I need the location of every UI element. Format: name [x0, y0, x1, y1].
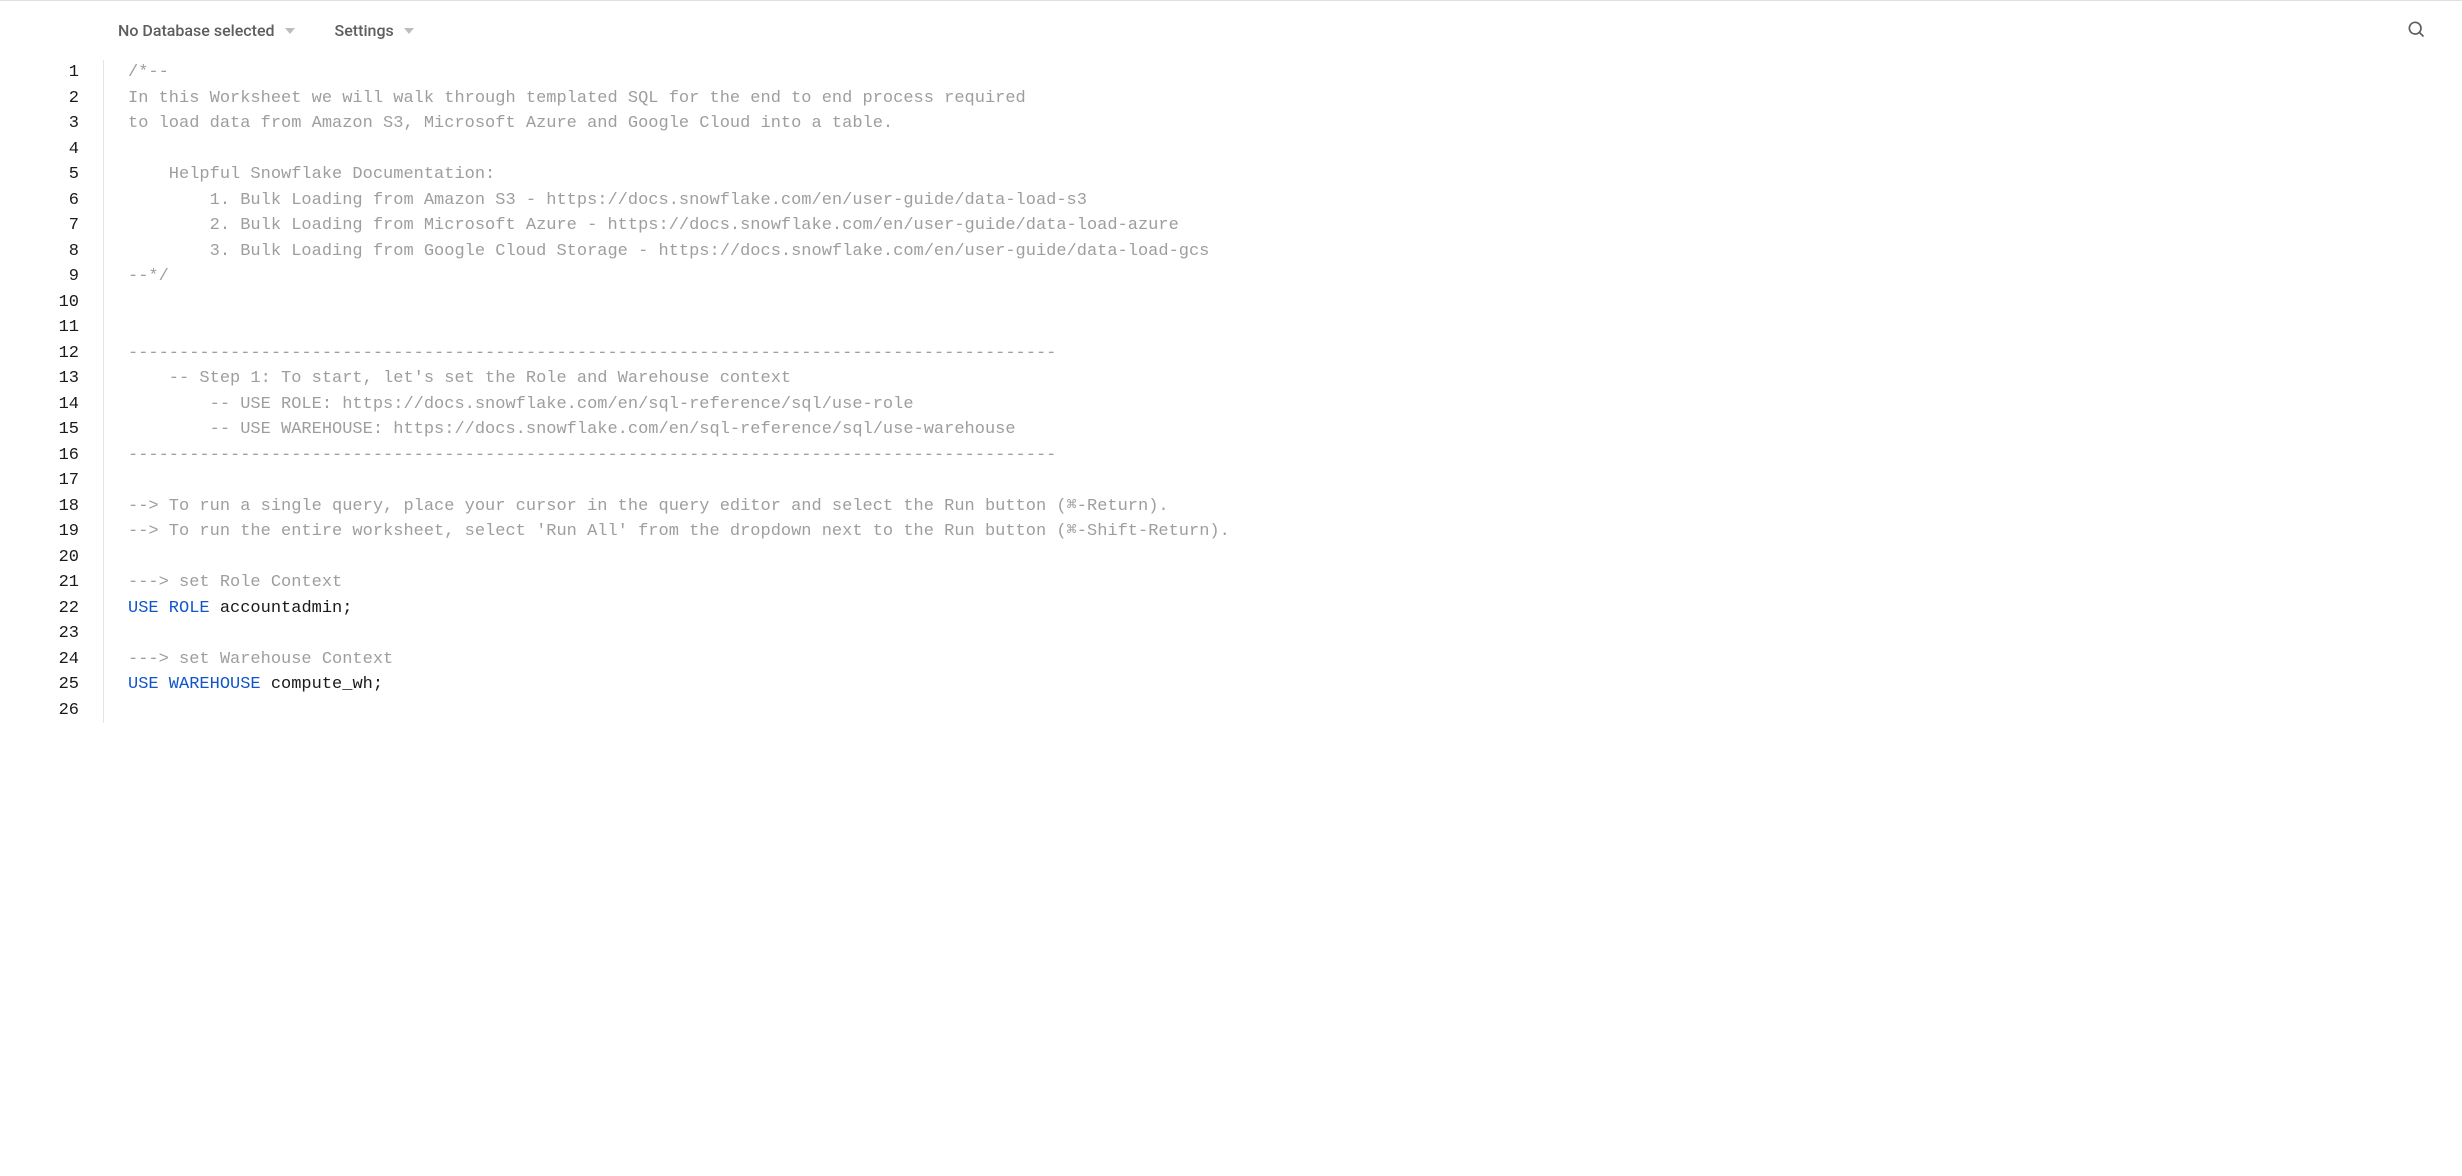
code-content[interactable]: /*-- In this Worksheet we will walk throu…: [104, 60, 1230, 723]
code-line[interactable]: -- USE ROLE: https://docs.snowflake.com/…: [128, 392, 1230, 418]
code-line[interactable]: -- USE WAREHOUSE: https://docs.snowflake…: [128, 417, 1230, 443]
code-line[interactable]: In this Worksheet we will walk through t…: [128, 86, 1230, 112]
line-number: 12: [0, 341, 79, 367]
database-selector-label: No Database selected: [118, 21, 275, 40]
code-line[interactable]: USE ROLE accountadmin;: [128, 596, 1230, 622]
comment-token: 1. Bulk Loading from Amazon S3 - https:/…: [128, 191, 1087, 210]
line-number: 17: [0, 468, 79, 494]
code-line[interactable]: /*--: [128, 60, 1230, 86]
settings-dropdown[interactable]: Settings: [335, 21, 414, 40]
line-number: 11: [0, 315, 79, 341]
code-editor[interactable]: 1234567891011121314151617181920212223242…: [0, 60, 2462, 723]
code-line[interactable]: [128, 468, 1230, 494]
code-line[interactable]: ----------------------------------------…: [128, 443, 1230, 469]
code-line[interactable]: --> To run a single query, place your cu…: [128, 494, 1230, 520]
line-number: 25: [0, 672, 79, 698]
line-number: 6: [0, 188, 79, 214]
code-line[interactable]: [128, 545, 1230, 571]
editor-toolbar: No Database selected Settings: [0, 1, 2462, 60]
comment-token: ----------------------------------------…: [128, 344, 1056, 363]
code-line[interactable]: --> To run the entire worksheet, select …: [128, 519, 1230, 545]
code-line[interactable]: USE WAREHOUSE compute_wh;: [128, 672, 1230, 698]
line-number-gutter: 1234567891011121314151617181920212223242…: [0, 60, 104, 723]
search-icon: [2406, 19, 2426, 39]
comment-token: ----------------------------------------…: [128, 446, 1056, 465]
code-line[interactable]: Helpful Snowflake Documentation:: [128, 162, 1230, 188]
code-line[interactable]: 3. Bulk Loading from Google Cloud Storag…: [128, 239, 1230, 265]
comment-token: In this Worksheet we will walk through t…: [128, 89, 1026, 108]
line-number: 8: [0, 239, 79, 265]
caret-down-icon: [285, 28, 295, 34]
line-number: 14: [0, 392, 79, 418]
line-number: 24: [0, 647, 79, 673]
line-number: 10: [0, 290, 79, 316]
caret-down-icon: [404, 28, 414, 34]
line-number: 9: [0, 264, 79, 290]
line-number: 15: [0, 417, 79, 443]
code-line[interactable]: --*/: [128, 264, 1230, 290]
text-token: compute_wh;: [261, 675, 383, 694]
comment-token: ---> set Warehouse Context: [128, 650, 393, 669]
code-line[interactable]: [128, 137, 1230, 163]
comment-token: --> To run the entire worksheet, select …: [128, 522, 1230, 541]
line-number: 3: [0, 111, 79, 137]
comment-token: /*--: [128, 63, 169, 82]
line-number: 5: [0, 162, 79, 188]
comment-token: -- USE ROLE: https://docs.snowflake.com/…: [128, 395, 914, 414]
comment-token: -- Step 1: To start, let's set the Role …: [128, 369, 791, 388]
code-line[interactable]: [128, 698, 1230, 724]
comment-token: to load data from Amazon S3, Microsoft A…: [128, 114, 893, 133]
comment-token: -- USE WAREHOUSE: https://docs.snowflake…: [128, 420, 1016, 439]
code-line[interactable]: to load data from Amazon S3, Microsoft A…: [128, 111, 1230, 137]
code-line[interactable]: 2. Bulk Loading from Microsoft Azure - h…: [128, 213, 1230, 239]
database-selector[interactable]: No Database selected: [118, 21, 295, 40]
line-number: 23: [0, 621, 79, 647]
line-number: 19: [0, 519, 79, 545]
search-button[interactable]: [2400, 13, 2432, 49]
keyword-token: USE ROLE: [128, 599, 210, 618]
code-line[interactable]: [128, 315, 1230, 341]
keyword-token: USE WAREHOUSE: [128, 675, 261, 694]
code-line[interactable]: [128, 290, 1230, 316]
line-number: 2: [0, 86, 79, 112]
line-number: 26: [0, 698, 79, 724]
code-line[interactable]: ----------------------------------------…: [128, 341, 1230, 367]
comment-token: --*/: [128, 267, 169, 286]
code-line[interactable]: ---> set Role Context: [128, 570, 1230, 596]
line-number: 18: [0, 494, 79, 520]
comment-token: Helpful Snowflake Documentation:: [128, 165, 495, 184]
code-line[interactable]: ---> set Warehouse Context: [128, 647, 1230, 673]
comment-token: ---> set Role Context: [128, 573, 342, 592]
line-number: 1: [0, 60, 79, 86]
line-number: 13: [0, 366, 79, 392]
line-number: 16: [0, 443, 79, 469]
comment-token: 2. Bulk Loading from Microsoft Azure - h…: [128, 216, 1179, 235]
line-number: 22: [0, 596, 79, 622]
line-number: 7: [0, 213, 79, 239]
settings-label: Settings: [335, 21, 394, 40]
comment-token: --> To run a single query, place your cu…: [128, 497, 1169, 516]
line-number: 20: [0, 545, 79, 571]
code-line[interactable]: [128, 621, 1230, 647]
text-token: accountadmin;: [210, 599, 353, 618]
comment-token: 3. Bulk Loading from Google Cloud Storag…: [128, 242, 1209, 261]
code-line[interactable]: -- Step 1: To start, let's set the Role …: [128, 366, 1230, 392]
line-number: 4: [0, 137, 79, 163]
line-number: 21: [0, 570, 79, 596]
code-line[interactable]: 1. Bulk Loading from Amazon S3 - https:/…: [128, 188, 1230, 214]
